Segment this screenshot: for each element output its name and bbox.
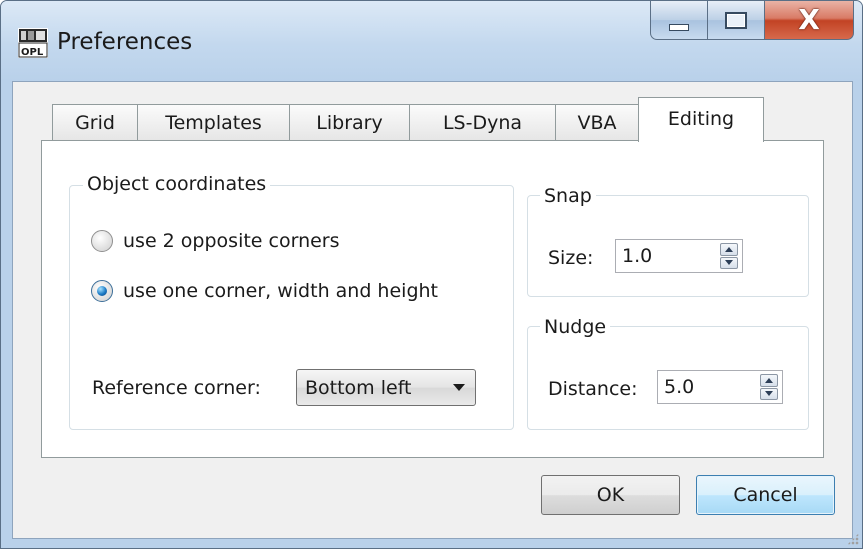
snap-size-decrement-button[interactable] [720,256,738,269]
tab-panel-editing: Object coordinates use 2 opposite corner… [41,140,824,458]
nudge-distance-decrement-button[interactable] [760,387,778,400]
close-icon: X [798,3,820,36]
nudge-distance-value: 5.0 [664,376,695,398]
snap-title: Snap [540,184,596,208]
object-coordinates-title: Object coordinates [83,172,271,196]
nudge-distance-stepper [760,374,778,400]
tab-label: LS-Dyna [442,111,523,134]
tab-templates[interactable]: Templates [137,104,290,140]
chevron-down-icon [453,384,465,391]
radio-selected-dot [97,286,107,296]
arrow-down-icon [765,391,773,397]
reference-corner-select[interactable]: Bottom left [296,369,476,406]
reference-corner-label: Reference corner: [92,377,261,399]
snap-size-label: Size: [548,247,594,269]
tab-grid[interactable]: Grid [52,104,138,140]
option-two-corners[interactable]: use 2 opposite corners [91,230,340,252]
tab-library[interactable]: Library [289,104,410,140]
tab-vba[interactable]: VBA [555,104,639,140]
snap-size-increment-button[interactable] [720,243,738,256]
minimize-icon [669,23,689,31]
snap-size-stepper [720,243,738,269]
arrow-up-icon [765,377,773,383]
arrow-down-icon [725,260,733,266]
arrow-up-icon [725,246,733,252]
option-two-corners-label: use 2 opposite corners [123,230,340,252]
nudge-title: Nudge [540,315,611,339]
svg-text:OPL: OPL [21,47,44,58]
reference-corner-value: Bottom left [305,376,412,399]
title-bar[interactable]: OPL Preferences X [1,1,862,81]
close-button[interactable]: X [765,1,854,40]
tab-ls-dyna[interactable]: LS-Dyna [409,104,556,140]
option-one-corner-label: use one corner, width and height [123,280,438,302]
minimize-button[interactable] [650,1,708,40]
tab-label: Grid [75,111,115,134]
ok-button[interactable]: OK [541,475,680,515]
nudge-distance-spinbox[interactable]: 5.0 [657,370,783,404]
tab-editing[interactable]: Editing [638,97,764,142]
window-title: Preferences [57,29,193,55]
maximize-icon [725,11,747,29]
maximize-button[interactable] [708,1,765,40]
tab-label: Editing [667,108,735,130]
radio-one-corner[interactable] [91,280,113,302]
snap-size-spinbox[interactable]: 1.0 [615,239,743,273]
nudge-distance-label: Distance: [548,378,638,400]
option-one-corner[interactable]: use one corner, width and height [91,280,438,302]
tab-label: VBA [577,111,617,134]
snap-size-value: 1.0 [622,245,653,267]
tab-label: Library [316,111,383,134]
nudge-distance-increment-button[interactable] [760,374,778,387]
cancel-button[interactable]: Cancel [696,475,835,515]
tab-label: Templates [165,111,262,134]
radio-two-corners[interactable] [91,230,113,252]
caption-buttons: X [650,1,854,41]
opl-app-icon: OPL [18,28,48,58]
